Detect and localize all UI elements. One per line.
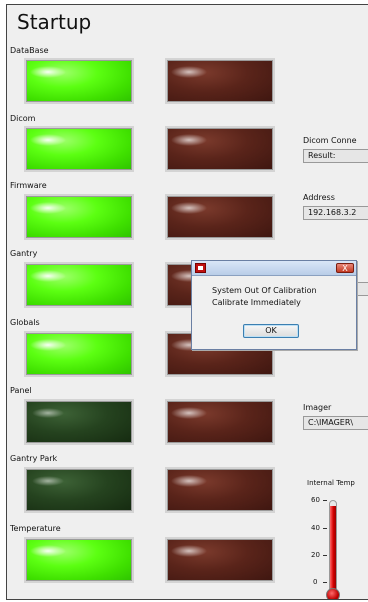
temp-tickline-0	[323, 582, 327, 583]
gantry-status-led	[24, 262, 134, 308]
dialog-message-line1: System Out Of Calibration	[212, 286, 317, 295]
label-database: DataBase	[10, 46, 49, 55]
temp-tick-40: 40	[311, 524, 320, 532]
internal-temp-label: Internal Temp	[307, 479, 355, 487]
thermometer-bulb	[326, 588, 340, 599]
temperature-secondary-led	[165, 537, 275, 583]
temp-tickline-20	[323, 555, 327, 556]
gantry-park-status-led	[24, 467, 134, 513]
imager-path-field: C:\IMAGER\	[303, 416, 368, 430]
panel-status-led	[24, 399, 134, 445]
imager-label: Imager	[303, 403, 332, 412]
dialog-message-line2: Calibrate Immediately	[212, 298, 301, 307]
dicom-status-led	[24, 126, 134, 172]
gantry-park-secondary-led	[165, 467, 275, 513]
page-title: Startup	[17, 10, 92, 34]
calibration-alert-dialog: X System Out Of Calibration Calibrate Im…	[191, 260, 357, 350]
dicom-connection-label: Dicom Conne	[303, 136, 357, 145]
temp-tick-60: 60	[311, 496, 320, 504]
database-secondary-led	[165, 58, 275, 104]
dicom-secondary-led	[165, 126, 275, 172]
label-globals: Globals	[10, 318, 40, 327]
address-label: Address	[303, 193, 335, 202]
app-icon	[195, 263, 206, 273]
globals-status-led	[24, 331, 134, 377]
internal-temp-thermometer	[329, 500, 337, 593]
label-temperature: Temperature	[10, 524, 61, 533]
panel-secondary-led	[165, 399, 275, 445]
temp-tickline-40	[323, 528, 327, 529]
dialog-titlebar[interactable]: X	[192, 261, 356, 276]
close-button[interactable]: X	[336, 263, 354, 273]
database-status-led	[24, 58, 134, 104]
label-panel: Panel	[10, 386, 32, 395]
firmware-secondary-led	[165, 194, 275, 240]
label-gantry: Gantry	[10, 249, 38, 258]
temperature-status-led	[24, 537, 134, 583]
firmware-status-led	[24, 194, 134, 240]
label-dicom: Dicom	[10, 114, 36, 123]
startup-panel: Startup DataBase Dicom Firmware Gantry G…	[6, 4, 368, 600]
temp-tickline-60	[323, 500, 327, 501]
label-firmware: Firmware	[10, 181, 47, 190]
thermometer-fill	[330, 505, 336, 592]
label-gantry-park: Gantry Park	[10, 454, 58, 463]
temp-tick-0: 0	[313, 578, 318, 586]
address-field: 192.168.3.2	[303, 206, 368, 220]
temp-tick-20: 20	[311, 551, 320, 559]
dicom-result-field: Result:	[303, 149, 368, 163]
ok-button[interactable]: OK	[243, 324, 299, 338]
